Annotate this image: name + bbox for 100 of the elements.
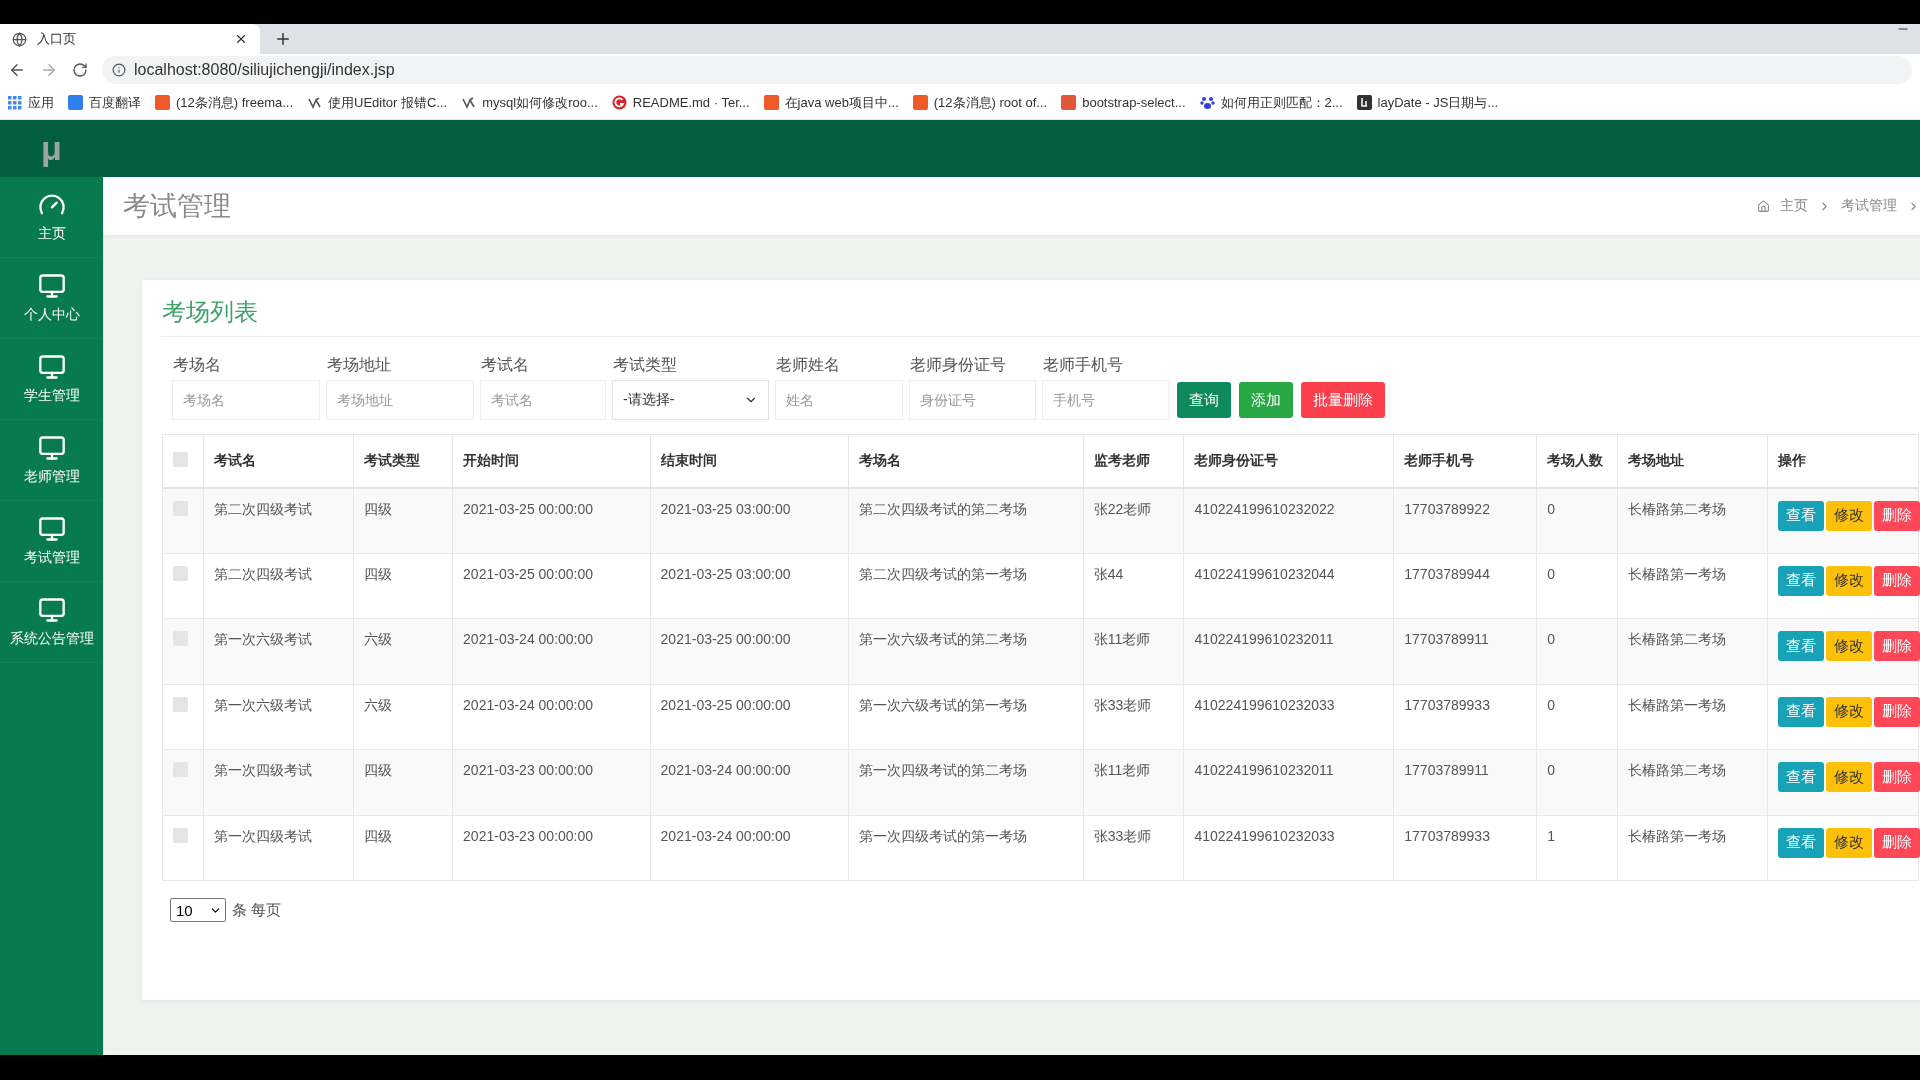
header-cell: 结束时间 [650, 434, 849, 488]
new-tab-icon[interactable] [274, 30, 292, 48]
bookmark-icon[interactable] [307, 95, 323, 110]
input-field[interactable]: 身份证号 [909, 380, 1036, 420]
table-cell: 410224199610232044 [1183, 553, 1394, 619]
card-title: 考场列表 [162, 296, 1920, 337]
bookmark-link[interactable]: README.md · Ter... [632, 95, 750, 110]
address-field[interactable]: localhost:8080/siliujichengji/index.jsp [102, 56, 1912, 84]
view-button[interactable]: 查看 [1777, 631, 1824, 661]
table-cell: 六级 [353, 684, 453, 750]
forward-icon[interactable] [40, 61, 58, 79]
breadcrumb-link[interactable]: 主页 [1780, 197, 1808, 215]
table-cell: 410224199610232022 [1183, 487, 1394, 553]
bookmark-link[interactable]: mysql如何修改roo... [482, 93, 598, 112]
delete-button[interactable]: 批量删除 [1301, 382, 1385, 418]
table-cell: 2021-03-25 00:00:00 [650, 684, 849, 750]
checkbox[interactable] [173, 696, 188, 712]
delete-button[interactable]: 删除 [1873, 565, 1920, 596]
checkbox[interactable] [173, 827, 188, 843]
table-cell: 四级 [353, 749, 453, 815]
delete-button[interactable]: 删除 [1873, 696, 1920, 727]
table-cell: 张11老师 [1083, 618, 1184, 684]
checkbox[interactable] [173, 451, 188, 467]
monitor-icon [37, 596, 66, 624]
back-icon[interactable] [8, 61, 26, 79]
delete-button[interactable]: 删除 [1873, 827, 1920, 858]
table-cell: 第一次六级考试 [203, 618, 354, 684]
bookmark-link[interactable]: 应用 [28, 93, 54, 112]
input-field[interactable]: 考试名 [480, 380, 606, 420]
sidebar-item[interactable]: 个人中心 [0, 258, 103, 339]
header-cell: 老师身份证号 [1183, 434, 1394, 488]
bookmark-link[interactable]: 如何用正则匹配：2... [1220, 93, 1343, 112]
type-select[interactable]: -请选择- [612, 380, 769, 420]
edit-button[interactable]: 修改 [1825, 500, 1872, 531]
bookmark-link[interactable]: (12条消息) freema... [176, 93, 294, 112]
table-cell: 0 [1536, 684, 1617, 750]
table-cell: 2021-03-24 00:00:00 [452, 684, 651, 750]
table-cell: 张44 [1083, 553, 1184, 619]
monitor-icon [37, 353, 66, 381]
table-cell: 0 [1536, 553, 1617, 619]
table-cell: 2021-03-24 00:00:00 [650, 749, 849, 815]
edit-button[interactable]: 修改 [1825, 827, 1872, 858]
sidebar-item[interactable]: 系统公告管理 [0, 582, 103, 663]
bookmark-link[interactable]: 在java web项目中... [784, 93, 899, 112]
table-cell: 长椿路第二考场 [1617, 618, 1768, 684]
search-button[interactable]: 查询 [1177, 382, 1231, 418]
view-button[interactable]: 查看 [1777, 696, 1824, 727]
monitor-icon [37, 434, 66, 462]
paw-icon[interactable] [1199, 95, 1215, 110]
table-cell: 17703789944 [1393, 553, 1537, 619]
bookmark-icon[interactable] [1356, 95, 1372, 110]
edit-button[interactable]: 修改 [1825, 696, 1872, 727]
bookmark-link[interactable]: (12条消息) root of... [933, 93, 1048, 112]
add-button[interactable]: 添加 [1239, 382, 1293, 418]
table-cell: 0 [1536, 618, 1617, 684]
breadcrumb-link[interactable]: 考试管理 [1841, 197, 1897, 215]
input-field[interactable]: 考场地址 [326, 380, 474, 420]
filter-label: 考试类型 [612, 355, 678, 375]
table-cell: 第一次六级考试 [203, 684, 354, 750]
sidebar-item[interactable]: 老师管理 [0, 420, 103, 501]
edit-button[interactable]: 修改 [1825, 631, 1872, 661]
reload-icon[interactable] [72, 62, 88, 78]
bookmark-link[interactable]: 百度翻译 [89, 93, 141, 112]
delete-button[interactable]: 删除 [1873, 500, 1920, 531]
table-cell: 2021-03-24 00:00:00 [650, 815, 849, 881]
table-cell: 2021-03-23 00:00:00 [452, 815, 651, 881]
input-field[interactable]: 姓名 [775, 380, 903, 420]
page-size-label: 条 每页 [232, 900, 282, 920]
close-icon[interactable] [234, 32, 248, 46]
view-button[interactable]: 查看 [1777, 565, 1824, 596]
page-size-select[interactable]: 10 [170, 898, 226, 922]
globe-icon [12, 31, 27, 47]
sidebar-item[interactable]: 学生管理 [0, 339, 103, 420]
view-button[interactable]: 查看 [1777, 500, 1824, 531]
table-cell: 第一次六级考试的第一考场 [848, 684, 1084, 750]
table-cell: 第一次六级考试的第二考场 [848, 618, 1084, 684]
delete-button[interactable]: 删除 [1873, 762, 1920, 792]
bookmark-icon[interactable] [461, 95, 477, 110]
table-cell: 410224199610232011 [1183, 618, 1394, 684]
header-cell: 考场地址 [1617, 434, 1768, 488]
table-cell: 第二次四级考试 [203, 553, 354, 619]
browser-tab[interactable]: 入口页 [0, 24, 260, 54]
bookmark-link[interactable]: 使用UEditor 报错C... [328, 93, 448, 112]
monitor-icon [37, 272, 66, 300]
apps-icon[interactable] [8, 95, 22, 110]
table-cell: 四级 [353, 815, 453, 881]
header-cell: 开始时间 [452, 434, 651, 488]
sidebar-item[interactable]: 考试管理 [0, 501, 103, 582]
table-cell: 长椿路第一考场 [1617, 553, 1768, 619]
input-field[interactable]: 手机号 [1042, 380, 1169, 420]
bookmark-link[interactable]: layDate - JS日期与... [1377, 93, 1499, 112]
checkbox[interactable] [173, 565, 188, 581]
edit-button[interactable]: 修改 [1825, 565, 1872, 596]
delete-button[interactable]: 删除 [1873, 631, 1920, 661]
input-field[interactable]: 考场名 [172, 380, 320, 420]
view-button[interactable]: 查看 [1777, 762, 1824, 792]
bookmark-link[interactable]: bootstrap-select... [1082, 95, 1186, 110]
table-cell: 1 [1536, 815, 1617, 881]
edit-button[interactable]: 修改 [1825, 762, 1872, 792]
view-button[interactable]: 查看 [1777, 827, 1824, 858]
